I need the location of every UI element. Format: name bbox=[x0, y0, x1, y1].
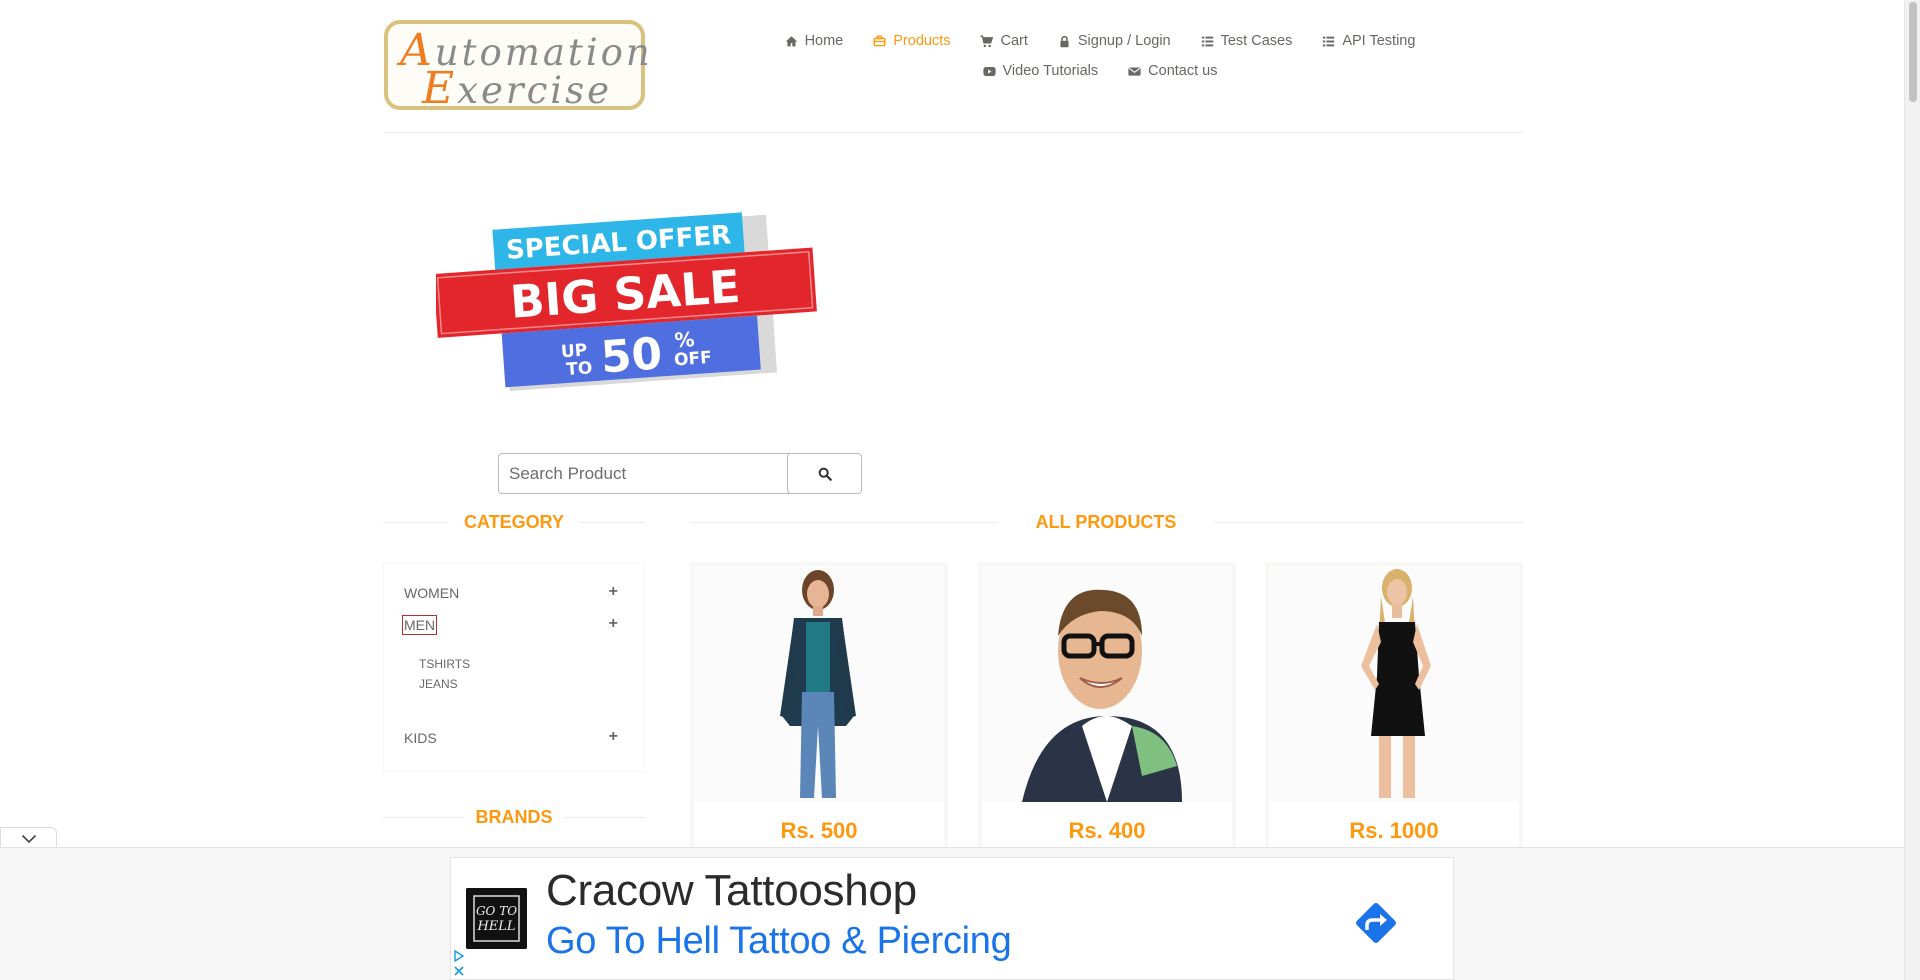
ad-collapse-button[interactable] bbox=[0, 827, 57, 849]
product-price: Rs. 400 bbox=[1068, 818, 1146, 843]
subcategory-tshirts[interactable]: Tshirts bbox=[419, 657, 470, 671]
category-kids-toggle[interactable]: + bbox=[609, 728, 618, 746]
nav-api-testing-label: API Testing bbox=[1342, 33, 1416, 49]
site-logo[interactable]: Automation Exercise bbox=[384, 20, 650, 112]
brands-title: Brands bbox=[464, 807, 564, 828]
product-photo-woman-dress bbox=[1269, 566, 1519, 802]
adchoices-icon bbox=[454, 949, 465, 963]
category-panel: Women + Men + Tshirts Jeans Kids + bbox=[383, 563, 645, 772]
close-icon bbox=[454, 966, 464, 976]
lock-icon bbox=[1060, 35, 1069, 47]
page: Automation Exercise Home Products Cart S… bbox=[0, 0, 1904, 980]
logo-line-2: Exercise bbox=[422, 67, 613, 112]
nav-signup-login[interactable]: Signup / Login bbox=[1058, 33, 1171, 49]
home-icon bbox=[785, 35, 797, 46]
banner-to: TO bbox=[566, 358, 593, 380]
product-photo-man-glasses bbox=[982, 566, 1232, 802]
category-title: Category bbox=[448, 512, 580, 533]
nav-cart-label: Cart bbox=[1000, 33, 1028, 49]
product-card: Rs. 500 bbox=[690, 562, 948, 862]
anchor-ad[interactable]: GO TO HELL Cracow Tattooshop Go To Hell … bbox=[450, 857, 1454, 980]
nav-cart[interactable]: Cart bbox=[980, 33, 1028, 49]
envelope-icon bbox=[1128, 66, 1141, 76]
search-button[interactable] bbox=[787, 453, 862, 494]
ad-logo: GO TO HELL bbox=[466, 888, 527, 949]
ad-subtitle[interactable]: Go To Hell Tattoo & Piercing bbox=[546, 920, 1012, 963]
nav-row-2: Video Tutorials Contact us bbox=[760, 56, 1440, 86]
product-image[interactable] bbox=[694, 566, 944, 802]
nav-products-label: Products bbox=[893, 33, 951, 49]
product-photo-woman-jacket bbox=[694, 566, 944, 802]
product-image[interactable] bbox=[1269, 566, 1519, 802]
category-women[interactable]: Women bbox=[404, 585, 459, 601]
cart-icon bbox=[980, 34, 994, 47]
product-search bbox=[498, 453, 862, 494]
nav-home[interactable]: Home bbox=[785, 33, 844, 49]
banner-off: OFF bbox=[673, 348, 712, 371]
logo-cap-e: E bbox=[422, 63, 458, 114]
subcategory-jeans[interactable]: Jeans bbox=[419, 677, 458, 691]
youtube-icon bbox=[982, 66, 996, 76]
category-men-toggle[interactable]: + bbox=[609, 615, 618, 633]
nav-contact-us-label: Contact us bbox=[1148, 63, 1218, 79]
products-icon bbox=[873, 35, 886, 46]
category-men[interactable]: Men bbox=[401, 615, 438, 635]
nav-row-1: Home Products Cart Signup / Login Test C… bbox=[760, 26, 1440, 56]
ad-logo-text-1: GO TO bbox=[476, 904, 517, 918]
nav-test-cases[interactable]: Test Cases bbox=[1201, 33, 1293, 49]
scrollbar-thumb[interactable] bbox=[1909, 2, 1917, 102]
search-icon bbox=[818, 467, 832, 481]
page-scrollbar[interactable] bbox=[1904, 0, 1920, 980]
all-products-title: All Products bbox=[998, 512, 1214, 533]
category-kids[interactable]: Kids bbox=[404, 730, 437, 746]
product-card: Rs. 1000 bbox=[1265, 562, 1523, 862]
nav-home-label: Home bbox=[804, 33, 844, 49]
product-card: Rs. 400 bbox=[978, 562, 1236, 862]
main-nav: Home Products Cart Signup / Login Test C… bbox=[760, 26, 1440, 86]
category-women-toggle[interactable]: + bbox=[609, 583, 618, 601]
nav-video-tutorials-label: Video Tutorials bbox=[1002, 63, 1099, 79]
logo-text-2: xercise bbox=[457, 69, 613, 112]
special-offer-banner: SPECIAL OFFER BIG SALE UP TO 50 % OFF bbox=[436, 212, 817, 392]
ad-logo-text-2: HELL bbox=[476, 919, 515, 934]
ad-title[interactable]: Cracow Tattooshop bbox=[546, 866, 917, 916]
ad-choices-icons[interactable] bbox=[451, 948, 467, 978]
list-icon bbox=[1201, 36, 1213, 46]
nav-video-tutorials[interactable]: Video Tutorials bbox=[982, 63, 1099, 79]
product-image[interactable] bbox=[982, 566, 1232, 802]
product-price: Rs. 1000 bbox=[1349, 818, 1439, 843]
nav-signup-login-label: Signup / Login bbox=[1077, 33, 1171, 49]
nav-contact-us[interactable]: Contact us bbox=[1128, 63, 1217, 79]
banner-50: 50 bbox=[599, 328, 664, 383]
list-icon bbox=[1323, 36, 1335, 46]
nav-test-cases-label: Test Cases bbox=[1220, 33, 1293, 49]
search-input[interactable] bbox=[498, 453, 790, 494]
chevron-down-icon bbox=[21, 834, 36, 843]
nav-products[interactable]: Products bbox=[873, 33, 950, 49]
header-divider bbox=[384, 132, 1523, 133]
nav-api-testing[interactable]: API Testing bbox=[1322, 33, 1415, 49]
product-price: Rs. 500 bbox=[780, 818, 858, 843]
ad-go-button[interactable] bbox=[1351, 898, 1401, 948]
